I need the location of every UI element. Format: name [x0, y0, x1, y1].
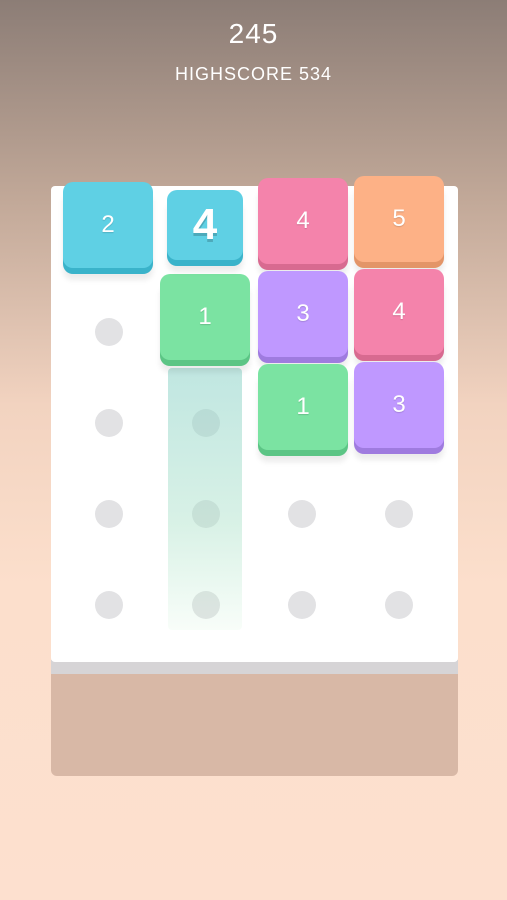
tile-3: 3 — [258, 271, 348, 357]
tile-4: 4 — [354, 269, 444, 355]
empty-slot-dot — [385, 500, 413, 528]
tile-4: 4 — [258, 178, 348, 264]
empty-slot-dot — [288, 500, 316, 528]
board-edge — [51, 660, 458, 674]
empty-slot-dot — [95, 500, 123, 528]
empty-slot-dot — [95, 409, 123, 437]
drop-column-highlight[interactable] — [168, 368, 242, 630]
tile-3: 3 — [354, 362, 444, 448]
tile-5: 5 — [354, 176, 444, 262]
board-base-shadow — [51, 668, 458, 776]
empty-slot-dot — [95, 591, 123, 619]
current-score: 245 — [228, 18, 279, 49]
highscore-label: HIGHSCORE 534 — [174, 64, 333, 84]
empty-slot-dot — [288, 591, 316, 619]
empty-slot-dot — [95, 318, 123, 346]
empty-slot-dot — [385, 591, 413, 619]
next-tile[interactable]: 4 — [167, 190, 243, 260]
tile-1: 1 — [258, 364, 348, 450]
tile-1: 1 — [160, 274, 250, 360]
tile-2: 2 — [63, 182, 153, 268]
